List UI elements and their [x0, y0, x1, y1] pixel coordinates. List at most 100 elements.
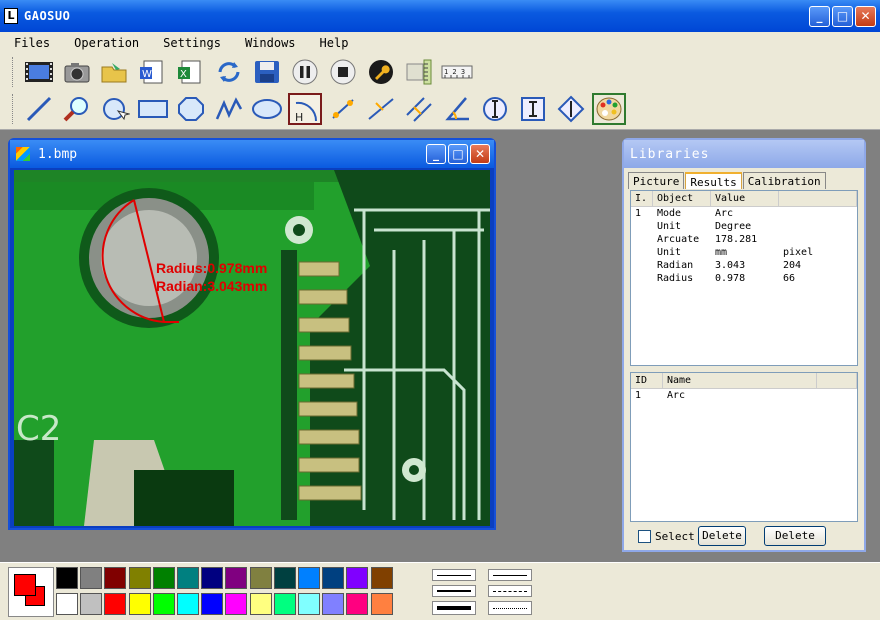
delete-selected-button[interactable]: Delete [698, 526, 746, 546]
vertical-distance-button[interactable] [554, 93, 588, 125]
height-measure-button[interactable] [516, 93, 550, 125]
refresh-button[interactable] [212, 56, 246, 88]
color-swatch[interactable] [298, 593, 320, 615]
menu-operation[interactable]: Operation [70, 36, 143, 50]
color-swatch[interactable] [322, 593, 345, 615]
menu-settings[interactable]: Settings [159, 36, 225, 50]
pause-button[interactable] [288, 56, 322, 88]
results-row[interactable]: Unit mm pixel [631, 246, 857, 259]
color-swatch[interactable] [177, 567, 199, 589]
color-swatch[interactable] [370, 593, 393, 615]
settings-button[interactable] [364, 56, 398, 88]
color-swatch[interactable] [273, 593, 296, 615]
results-col-extra[interactable] [779, 191, 857, 206]
open-button[interactable] [98, 56, 132, 88]
color-swatch[interactable] [201, 593, 224, 615]
close-button[interactable]: ✕ [855, 6, 876, 27]
results-row[interactable]: Unit Degree [631, 220, 857, 233]
color-swatch[interactable] [104, 593, 127, 615]
line-tool-button[interactable] [22, 93, 56, 125]
results-row[interactable]: 1 Mode Arc [631, 207, 857, 220]
color-swatch[interactable] [152, 593, 175, 615]
image-window-titlebar[interactable]: 1.bmp [10, 140, 494, 168]
color-swatch[interactable] [370, 567, 393, 589]
tab-calibration[interactable]: Calibration [742, 172, 826, 189]
color-swatch[interactable] [322, 567, 345, 589]
menu-windows[interactable]: Windows [241, 36, 300, 50]
palette-button[interactable] [592, 93, 626, 125]
image-maximize-button[interactable]: □ [448, 144, 468, 164]
toolbar-grip [12, 57, 15, 87]
list-col-name[interactable]: Name [663, 373, 817, 388]
results-row[interactable]: Radian 3.043 204 [631, 259, 857, 272]
primary-color [14, 574, 36, 596]
width-measure-button[interactable] [478, 93, 512, 125]
color-swatch[interactable] [273, 567, 296, 589]
export-excel-button[interactable]: X [174, 56, 208, 88]
export-word-button[interactable]: W [136, 56, 170, 88]
color-swatch[interactable] [56, 567, 78, 589]
maximize-button[interactable]: □ [832, 6, 853, 27]
line-style-dashdot[interactable] [488, 585, 532, 597]
color-swatch[interactable] [80, 593, 103, 615]
camera-button[interactable] [60, 56, 94, 88]
color-swatch[interactable] [104, 567, 127, 589]
results-table[interactable]: I. Object Value 1 Mode Arc Unit Degree Arcuat… [630, 190, 858, 366]
results-col-value[interactable]: Value [711, 191, 779, 206]
results-row[interactable]: Radius 0.978 66 [631, 272, 857, 285]
image-close-button[interactable]: ✕ [470, 144, 490, 164]
pcb-image-canvas[interactable]: C2 Radius:0.978mm Radian:3.043mm [14, 170, 490, 526]
rectangle-tool-button[interactable] [136, 93, 170, 125]
zoom-tool-button[interactable] [60, 93, 94, 125]
save-button[interactable] [250, 56, 284, 88]
image-minimize-button[interactable]: _ [426, 144, 446, 164]
color-swatch[interactable] [201, 567, 224, 589]
current-color-indicator[interactable] [8, 567, 54, 617]
results-col-object[interactable]: Object [653, 191, 711, 206]
film-button[interactable] [22, 56, 56, 88]
color-swatch[interactable] [249, 593, 272, 615]
angle-tool-button[interactable] [440, 93, 474, 125]
list-item[interactable]: 1 Arc [631, 389, 857, 402]
object-list[interactable]: ID Name 1 Arc [630, 372, 858, 522]
line-width-medium[interactable] [432, 585, 476, 597]
tab-results[interactable]: Results [685, 172, 742, 189]
color-swatch[interactable] [56, 593, 78, 615]
vertical-ruler-button[interactable] [402, 56, 436, 88]
menu-help[interactable]: Help [316, 36, 353, 50]
color-swatch[interactable] [225, 593, 248, 615]
minimize-button[interactable]: _ [809, 6, 830, 27]
color-swatch[interactable] [346, 567, 369, 589]
color-swatch[interactable] [225, 567, 248, 589]
ellipse-tool-button[interactable] [250, 93, 284, 125]
line-width-thick[interactable] [432, 601, 476, 615]
color-swatch[interactable] [177, 593, 199, 615]
tab-picture[interactable]: Picture [628, 172, 685, 189]
select-checkbox[interactable] [638, 530, 651, 543]
image-window[interactable]: 1.bmp _ □ ✕ C2 Radius:0.978mm Radian:3.0… [8, 138, 496, 530]
stop-button[interactable] [326, 56, 360, 88]
arc-tool-button[interactable]: H [288, 93, 322, 125]
color-swatch[interactable] [128, 567, 151, 589]
results-col-id[interactable]: I. [631, 191, 653, 206]
menu-files[interactable]: Files [10, 36, 54, 50]
color-swatch[interactable] [346, 593, 369, 615]
line-style-dotted[interactable] [488, 601, 532, 615]
color-swatch[interactable] [152, 567, 175, 589]
point-line-button[interactable] [364, 93, 398, 125]
circle-tool-button[interactable] [98, 93, 132, 125]
polygon-tool-button[interactable] [174, 93, 208, 125]
line-style-solid[interactable] [488, 569, 532, 581]
parallel-tool-button[interactable] [402, 93, 436, 125]
delete-all-button[interactable]: Delete [764, 526, 826, 546]
list-col-id[interactable]: ID [631, 373, 663, 388]
color-swatch[interactable] [298, 567, 320, 589]
color-swatch[interactable] [80, 567, 103, 589]
color-swatch[interactable] [128, 593, 151, 615]
color-swatch[interactable] [249, 567, 272, 589]
line-width-thin[interactable] [432, 569, 476, 581]
point-distance-button[interactable] [326, 93, 360, 125]
ruler-button[interactable]: 1 2 3 [440, 56, 474, 88]
results-row[interactable]: Arcuate 178.281 [631, 233, 857, 246]
polyline-tool-button[interactable] [212, 93, 246, 125]
